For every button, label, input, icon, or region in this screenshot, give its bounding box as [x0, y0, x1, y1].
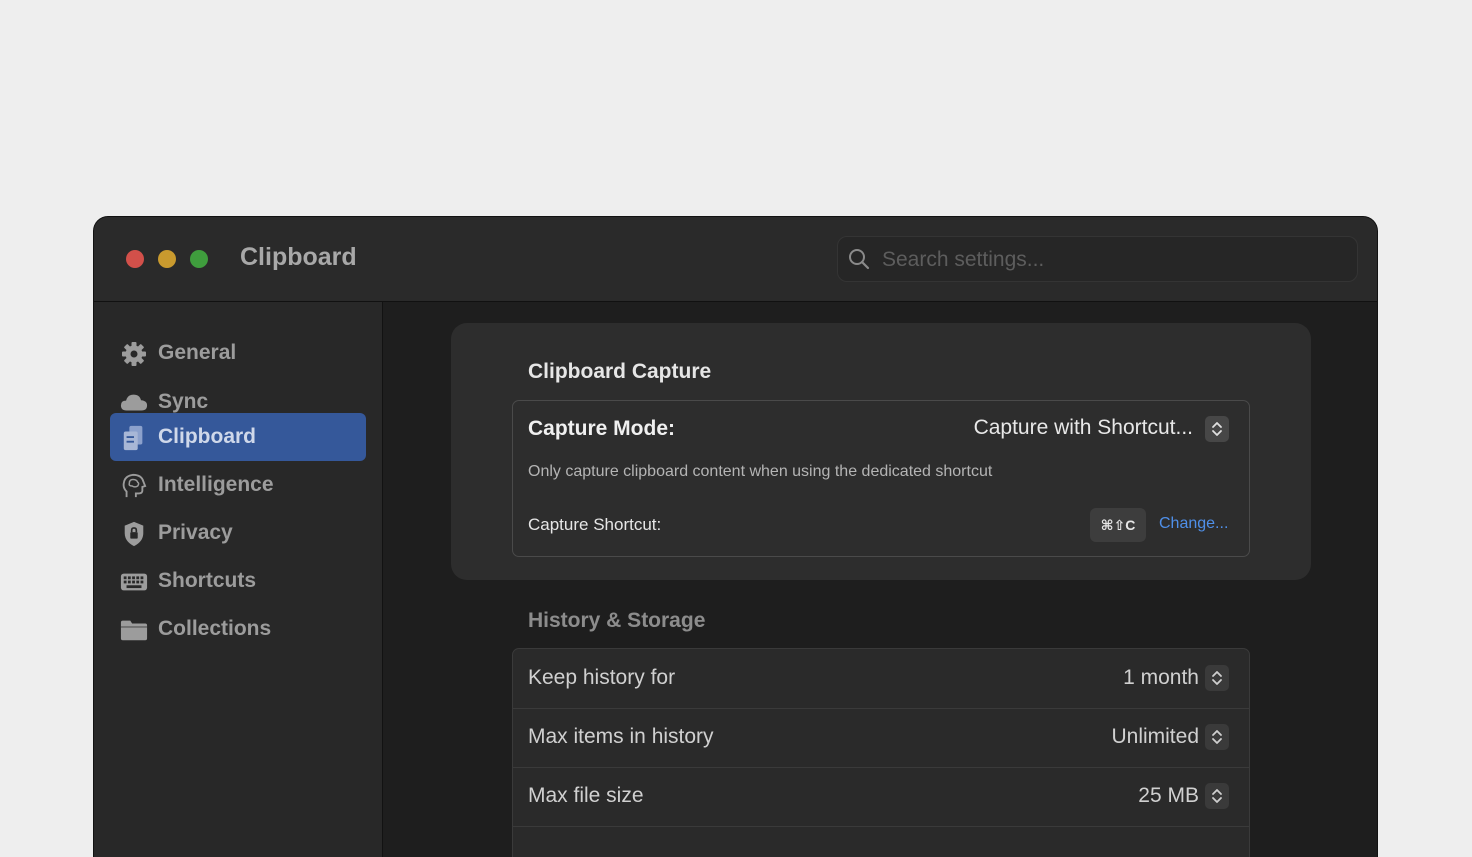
sidebar-item-label: Privacy: [158, 521, 233, 544]
max-items-select-value[interactable]: Unlimited: [1111, 725, 1199, 749]
history-row: Keep history for 1 month: [513, 649, 1249, 709]
sidebar-item-label: Sync: [158, 390, 209, 413]
keep-history-stepper[interactable]: [1205, 665, 1229, 691]
keyboard-icon: [120, 573, 148, 591]
settings-content: Clipboard Capture Capture Mode: Capture …: [383, 302, 1377, 857]
shortcut-keycap: ⌘⇧C: [1090, 508, 1146, 542]
search-field[interactable]: [837, 236, 1358, 282]
search-icon: [849, 249, 870, 270]
close-window-button[interactable]: [126, 250, 144, 268]
capture-mode-label: Capture Mode:: [528, 417, 675, 440]
clipboard-icon: [123, 425, 143, 451]
folder-icon: [120, 620, 148, 641]
row-label: Max items in history: [528, 725, 714, 748]
search-input[interactable]: [880, 245, 1344, 275]
sidebar-item-intelligence[interactable]: Intelligence: [110, 461, 366, 509]
shield-lock-icon: [124, 521, 144, 547]
capture-settings-group: Capture Mode: Capture with Shortcut... O…: [512, 400, 1250, 557]
sidebar-item-label: Intelligence: [158, 473, 274, 496]
row-label: Max file size: [528, 784, 644, 807]
sidebar-item-label: General: [158, 341, 237, 364]
sidebar: General Sync Clipboard Intelligence Priv…: [94, 302, 383, 857]
chevron-up-down-icon: [1212, 671, 1222, 685]
change-shortcut-link[interactable]: Change...: [1159, 515, 1228, 533]
history-row: Max file size 25 MB: [513, 767, 1249, 827]
capture-mode-stepper[interactable]: [1205, 416, 1229, 442]
history-row: Max items in history Unlimited: [513, 708, 1249, 768]
brain-head-icon: [122, 473, 147, 498]
capture-mode-description: Only capture clipboard content when usin…: [528, 463, 993, 480]
sidebar-item-clipboard[interactable]: Clipboard: [110, 413, 366, 461]
max-file-size-stepper[interactable]: [1205, 783, 1229, 809]
max-file-size-select-value[interactable]: 25 MB: [1138, 784, 1199, 808]
row-label: Keep history for: [528, 666, 676, 689]
window-title: Clipboard: [240, 243, 357, 271]
sidebar-item-general[interactable]: General: [110, 329, 366, 377]
sidebar-item-collections[interactable]: Collections: [110, 605, 366, 653]
sidebar-item-shortcuts[interactable]: Shortcuts: [110, 557, 366, 605]
zoom-window-button[interactable]: [190, 250, 208, 268]
chevron-up-down-icon: [1212, 789, 1222, 803]
capture-mode-select-value[interactable]: Capture with Shortcut...: [974, 416, 1193, 440]
sidebar-item-privacy[interactable]: Privacy: [110, 509, 366, 557]
keep-history-select-value[interactable]: 1 month: [1123, 666, 1199, 690]
chevron-up-down-icon: [1212, 422, 1222, 436]
minimize-window-button[interactable]: [158, 250, 176, 268]
sidebar-item-label: Clipboard: [158, 425, 256, 448]
settings-window: Clipboard General: [94, 217, 1377, 857]
sidebar-item-label: Collections: [158, 617, 272, 640]
sidebar-item-label: Shortcuts: [158, 569, 257, 592]
chevron-up-down-icon: [1212, 730, 1222, 744]
title-bar: Clipboard: [94, 217, 1377, 302]
max-items-stepper[interactable]: [1205, 724, 1229, 750]
clipboard-capture-card: Clipboard Capture Capture Mode: Capture …: [451, 323, 1311, 580]
gear-icon: [122, 342, 146, 366]
history-settings-group: Keep history for 1 month Max items in hi…: [512, 648, 1250, 857]
section-title: History & Storage: [528, 609, 706, 632]
section-title: Clipboard Capture: [528, 360, 712, 383]
capture-shortcut-label: Capture Shortcut:: [528, 515, 662, 534]
